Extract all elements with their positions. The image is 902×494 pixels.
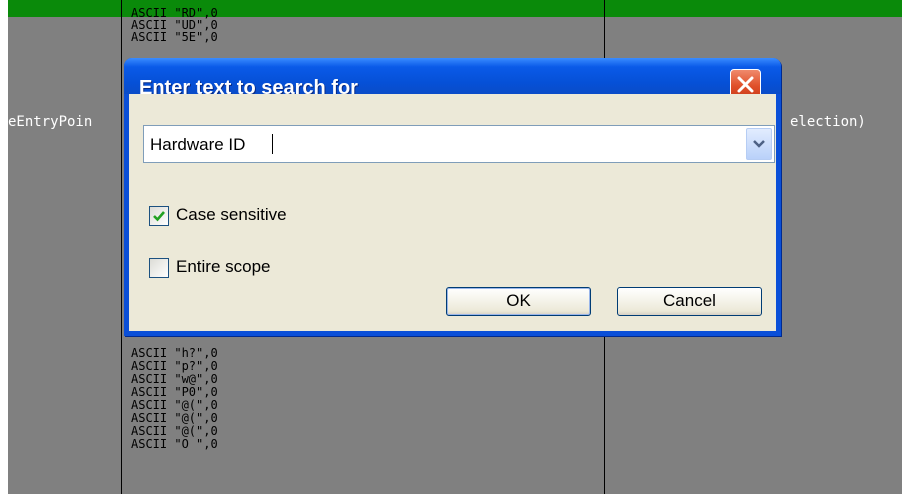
- dropdown-button[interactable]: [746, 128, 772, 160]
- code-line: ASCII "5E",0: [131, 30, 218, 44]
- code-line: ASCII "@(",0: [131, 398, 218, 412]
- cancel-button[interactable]: Cancel: [617, 287, 762, 316]
- search-dialog: Enter text to search for Hardware ID Cas…: [124, 58, 781, 336]
- dialog-body: Hardware ID Case sensitive Entire scope …: [129, 94, 776, 331]
- entire-scope-checkbox[interactable]: [149, 258, 169, 278]
- text-cursor: [272, 134, 273, 154]
- checkmark-icon: [153, 211, 165, 222]
- code-line: ASCII "O ",0: [131, 437, 218, 451]
- selection-fragment: election): [790, 114, 866, 130]
- code-line: ASCII "@(",0: [131, 424, 218, 438]
- case-sensitive-checkbox[interactable]: [149, 206, 169, 226]
- search-text-combobox[interactable]: Hardware ID: [143, 125, 775, 163]
- code-line: ASCII "h?",0: [131, 346, 218, 360]
- entire-scope-label[interactable]: Entire scope: [176, 256, 271, 278]
- ok-button[interactable]: OK: [446, 287, 591, 316]
- code-line: ASCII "w@",0: [131, 372, 218, 386]
- close-icon: [737, 76, 754, 93]
- chevron-down-icon: [753, 140, 765, 148]
- search-text-value[interactable]: Hardware ID: [150, 135, 245, 155]
- dialog-titlebar[interactable]: Enter text to search for: [124, 58, 781, 100]
- code-line: ASCII "@(",0: [131, 411, 218, 425]
- code-line: ASCII "P0",0: [131, 385, 218, 399]
- code-line: ASCII "p?",0: [131, 359, 218, 373]
- screen: ASCII "RD",0 ASCII "UD",0 ASCII "5E",0 A…: [0, 0, 902, 494]
- entry-point-fragment: eEntryPoin: [8, 114, 93, 130]
- column-divider: [121, 0, 122, 494]
- case-sensitive-label[interactable]: Case sensitive: [176, 204, 287, 226]
